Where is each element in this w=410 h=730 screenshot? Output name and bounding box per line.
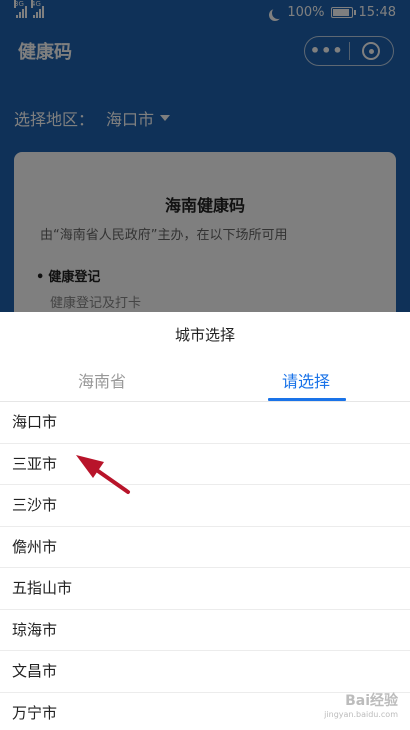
picker-tabs: 海南省 请选择 (0, 356, 410, 402)
watermark-logo: Bai经验 (345, 693, 398, 709)
city-item-danzhou[interactable]: 儋州市 (0, 527, 410, 568)
city-list: 海口市 三亚市 三沙市 儋州市 五指山市 琼海市 文昌市 万宁市 (0, 402, 410, 730)
watermark-url: jingyan.baidu.com (324, 710, 398, 719)
tab-select-city[interactable]: 请选择 (282, 368, 330, 392)
city-item-sanya[interactable]: 三亚市 (0, 444, 410, 485)
city-item-wenchang[interactable]: 文昌市 (0, 651, 410, 693)
tab-province[interactable]: 海南省 (78, 368, 126, 392)
city-item-haikou[interactable]: 海口市 (0, 402, 410, 444)
active-tab-indicator (268, 398, 346, 401)
city-item-sansha[interactable]: 三沙市 (0, 485, 410, 527)
city-item-qionghai[interactable]: 琼海市 (0, 610, 410, 651)
sheet-title: 城市选择 (174, 326, 235, 344)
baidu-watermark: Bai经验 jingyan.baidu.com (288, 690, 398, 719)
city-item-wuzhishan[interactable]: 五指山市 (0, 568, 410, 610)
city-picker-sheet: 城市选择 海南省 请选择 海口市 三亚市 三沙市 儋州市 五指山市 琼海市 文昌… (0, 312, 410, 730)
